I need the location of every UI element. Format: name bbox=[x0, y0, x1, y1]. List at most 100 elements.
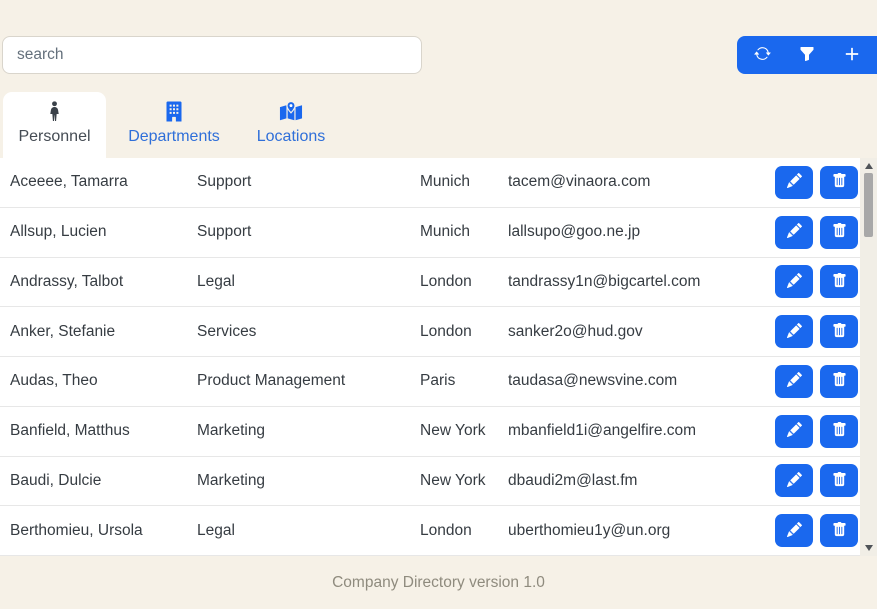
cell-location: New York bbox=[420, 472, 508, 490]
scrollbar[interactable] bbox=[860, 158, 877, 556]
cell-email: tacem@vinaora.com bbox=[508, 173, 775, 191]
pencil-icon bbox=[787, 323, 802, 341]
pencil-icon bbox=[787, 372, 802, 390]
building-icon bbox=[164, 99, 184, 123]
cell-email: tandrassy1n@bigcartel.com bbox=[508, 273, 775, 291]
cell-department: Marketing bbox=[197, 472, 420, 490]
cell-department: Support bbox=[197, 173, 420, 191]
pencil-icon bbox=[787, 273, 802, 291]
filter-icon bbox=[799, 46, 815, 65]
pencil-icon bbox=[787, 223, 802, 241]
cell-location: London bbox=[420, 323, 508, 341]
cell-email: mbanfield1i@angelfire.com bbox=[508, 422, 775, 440]
toolbar bbox=[737, 36, 877, 74]
pencil-icon bbox=[787, 522, 802, 540]
cell-location: Paris bbox=[420, 372, 508, 390]
footer: Company Directory version 1.0 bbox=[0, 556, 877, 609]
table-row: Andrassy, Talbot Legal London tandrassy1… bbox=[0, 258, 877, 308]
trash-icon bbox=[832, 422, 847, 440]
cell-department: Product Management bbox=[197, 372, 420, 390]
personnel-table: Aceeee, Tamarra Support Munich tacem@vin… bbox=[0, 158, 877, 556]
cell-department: Support bbox=[197, 223, 420, 241]
cell-name: Berthomieu, Ursola bbox=[10, 522, 197, 540]
scrollbar-down-arrow[interactable] bbox=[865, 545, 873, 551]
company-directory-app: Personnel Departments bbox=[0, 0, 877, 609]
trash-icon bbox=[832, 323, 847, 341]
edit-button[interactable] bbox=[775, 166, 813, 199]
table-row: Anker, Stefanie Services London sanker2o… bbox=[0, 307, 877, 357]
table-row: Baudi, Dulcie Marketing New York dbaudi2… bbox=[0, 457, 877, 507]
tab-bar: Personnel Departments bbox=[3, 92, 338, 158]
scrollbar-thumb[interactable] bbox=[864, 173, 873, 237]
edit-button[interactable] bbox=[775, 216, 813, 249]
edit-button[interactable] bbox=[775, 415, 813, 448]
tab-departments[interactable]: Departments bbox=[114, 92, 234, 158]
cell-department: Marketing bbox=[197, 422, 420, 440]
table-row: Banfield, Matthus Marketing New York mba… bbox=[0, 407, 877, 457]
cell-name: Banfield, Matthus bbox=[10, 422, 197, 440]
cell-location: London bbox=[420, 522, 508, 540]
tab-label: Personnel bbox=[18, 128, 90, 146]
cell-name: Aceeee, Tamarra bbox=[10, 173, 197, 191]
refresh-icon bbox=[754, 45, 771, 65]
tab-personnel[interactable]: Personnel bbox=[3, 92, 106, 158]
footer-text: Company Directory version 1.0 bbox=[332, 574, 545, 592]
table-row: Berthomieu, Ursola Legal London uberthom… bbox=[0, 506, 877, 556]
delete-button[interactable] bbox=[820, 415, 858, 448]
table-row: Allsup, Lucien Support Munich lallsupo@g… bbox=[0, 208, 877, 258]
cell-department: Legal bbox=[197, 273, 420, 291]
filter-button[interactable] bbox=[796, 44, 818, 66]
search-input[interactable] bbox=[2, 36, 422, 74]
trash-icon bbox=[832, 372, 847, 390]
edit-button[interactable] bbox=[775, 265, 813, 298]
trash-icon bbox=[832, 173, 847, 191]
cell-name: Audas, Theo bbox=[10, 372, 197, 390]
delete-button[interactable] bbox=[820, 315, 858, 348]
edit-button[interactable] bbox=[775, 514, 813, 547]
cell-location: New York bbox=[420, 422, 508, 440]
plus-icon bbox=[843, 45, 861, 66]
cell-email: lallsupo@goo.ne.jp bbox=[508, 223, 775, 241]
scrollbar-up-arrow[interactable] bbox=[865, 163, 873, 169]
header: Personnel Departments bbox=[0, 0, 877, 158]
cell-name: Anker, Stefanie bbox=[10, 323, 197, 341]
map-location-icon bbox=[279, 99, 303, 123]
trash-icon bbox=[832, 223, 847, 241]
pencil-icon bbox=[787, 422, 802, 440]
trash-icon bbox=[832, 522, 847, 540]
pencil-icon bbox=[787, 173, 802, 191]
edit-button[interactable] bbox=[775, 464, 813, 497]
refresh-button[interactable] bbox=[751, 44, 773, 66]
edit-button[interactable] bbox=[775, 365, 813, 398]
delete-button[interactable] bbox=[820, 514, 858, 547]
table-body: Aceeee, Tamarra Support Munich tacem@vin… bbox=[0, 158, 877, 556]
tab-label: Locations bbox=[257, 128, 326, 146]
cell-name: Allsup, Lucien bbox=[10, 223, 197, 241]
cell-location: Munich bbox=[420, 223, 508, 241]
add-button[interactable] bbox=[841, 44, 863, 66]
delete-button[interactable] bbox=[820, 464, 858, 497]
cell-location: London bbox=[420, 273, 508, 291]
tab-label: Departments bbox=[128, 128, 220, 146]
cell-email: dbaudi2m@last.fm bbox=[508, 472, 775, 490]
tab-locations[interactable]: Locations bbox=[244, 92, 338, 158]
cell-name: Andrassy, Talbot bbox=[10, 273, 197, 291]
cell-email: taudasa@newsvine.com bbox=[508, 372, 775, 390]
table-row: Aceeee, Tamarra Support Munich tacem@vin… bbox=[0, 158, 877, 208]
edit-button[interactable] bbox=[775, 315, 813, 348]
trash-icon bbox=[832, 472, 847, 490]
cell-email: uberthomieu1y@un.org bbox=[508, 522, 775, 540]
delete-button[interactable] bbox=[820, 166, 858, 199]
pencil-icon bbox=[787, 472, 802, 490]
delete-button[interactable] bbox=[820, 265, 858, 298]
cell-department: Legal bbox=[197, 522, 420, 540]
delete-button[interactable] bbox=[820, 365, 858, 398]
table-row: Audas, Theo Product Management Paris tau… bbox=[0, 357, 877, 407]
cell-department: Services bbox=[197, 323, 420, 341]
cell-name: Baudi, Dulcie bbox=[10, 472, 197, 490]
cell-location: Munich bbox=[420, 173, 508, 191]
cell-email: sanker2o@hud.gov bbox=[508, 323, 775, 341]
trash-icon bbox=[832, 273, 847, 291]
person-icon bbox=[44, 99, 65, 123]
delete-button[interactable] bbox=[820, 216, 858, 249]
